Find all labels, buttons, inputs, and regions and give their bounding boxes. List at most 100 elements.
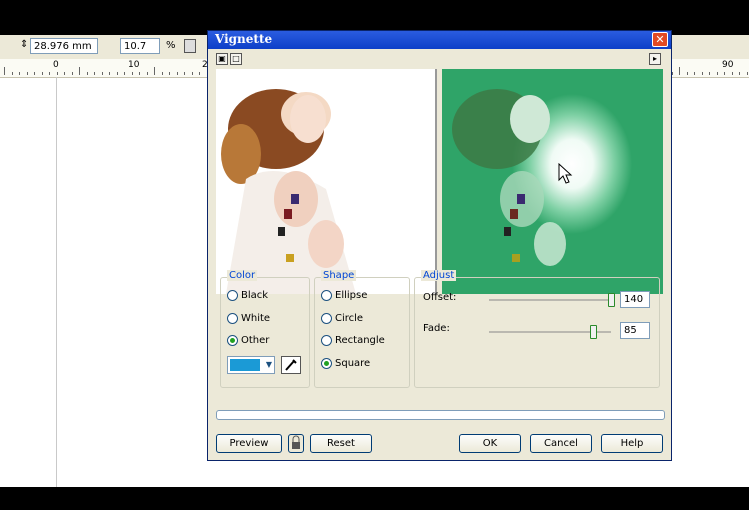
progress-bar xyxy=(216,410,665,420)
radio-square[interactable]: Square xyxy=(321,358,370,369)
ruler-tick xyxy=(116,72,118,75)
page-guide-line xyxy=(56,77,57,487)
ruler-tick xyxy=(101,72,103,75)
size-icon: ⇕ xyxy=(20,39,29,50)
fade-label: Fade: xyxy=(423,323,450,334)
ruler-tick xyxy=(199,72,200,75)
help-button[interactable]: Help xyxy=(601,434,663,453)
toolbar-right-strip xyxy=(672,35,749,59)
color-picker-dropdown[interactable]: ▼ xyxy=(227,356,275,374)
offset-slider-track[interactable] xyxy=(489,295,613,303)
ruler-tick xyxy=(169,72,170,75)
ruler-tick xyxy=(679,67,680,75)
video-letterbox-bottom xyxy=(0,487,749,510)
dialog-titlebar[interactable]: Vignette ✕ xyxy=(208,31,671,49)
ruler-tick xyxy=(694,72,695,75)
radio-ellipse-circle[interactable] xyxy=(321,290,332,301)
ruler-tick xyxy=(139,72,140,75)
preview-toggle-button[interactable]: ▣ xyxy=(216,53,228,65)
close-button[interactable]: ✕ xyxy=(652,32,668,47)
offset-label: Offset: xyxy=(423,292,457,303)
close-icon: ✕ xyxy=(655,33,665,46)
color-group: Color Black White Other ▼ xyxy=(220,270,310,388)
radio-rectangle[interactable]: Rectangle xyxy=(321,335,385,346)
portrait-image-original xyxy=(221,89,356,294)
radio-ellipse[interactable]: Ellipse xyxy=(321,290,367,301)
ok-button[interactable]: OK xyxy=(459,434,521,453)
ruler-label-90: 90 xyxy=(722,60,734,70)
lock-icon xyxy=(292,435,300,449)
ruler-tick xyxy=(19,72,20,75)
radio-circle-label: Circle xyxy=(335,313,364,324)
ruler-tick xyxy=(184,72,185,75)
ruler-tick xyxy=(146,72,148,75)
ruler-tick xyxy=(26,72,28,75)
preview-button[interactable]: Preview xyxy=(216,434,282,453)
ruler-tick xyxy=(34,72,35,75)
ruler-tick xyxy=(109,72,110,75)
eyedropper-icon xyxy=(285,359,297,371)
ruler-tick xyxy=(161,72,163,75)
radio-ellipse-label: Ellipse xyxy=(335,290,368,301)
ruler-tick xyxy=(686,72,688,75)
radio-rectangle-label: Rectangle xyxy=(335,335,385,346)
radio-circle[interactable]: Circle xyxy=(321,313,363,324)
single-view-icon: □ xyxy=(232,54,240,63)
adjust-group-label: Adjust xyxy=(421,270,457,281)
percent-unit: % xyxy=(166,40,176,51)
shape-group-label: Shape xyxy=(321,270,357,281)
ruler-tick xyxy=(56,72,58,75)
ruler-label-10: 10 xyxy=(128,60,140,70)
ruler-tick xyxy=(176,72,178,75)
vignette-dialog: Vignette ✕ ▣ □ ▸ Color Black White Other… xyxy=(207,30,672,461)
radio-black-circle[interactable] xyxy=(227,290,238,301)
ruler-tick xyxy=(731,72,733,75)
ruler-tick xyxy=(79,67,80,75)
ruler-tick xyxy=(746,72,748,75)
radio-other-label: Other xyxy=(241,335,270,346)
cancel-button[interactable]: Cancel xyxy=(530,434,592,453)
radio-white-circle[interactable] xyxy=(227,313,238,324)
ruler-tick xyxy=(49,72,50,75)
ruler-tick xyxy=(701,72,703,75)
original-preview xyxy=(216,69,437,294)
ruler-tick xyxy=(124,72,125,75)
split-view-icon: ▣ xyxy=(218,54,226,63)
color-group-label: Color xyxy=(227,270,258,281)
radio-square-label: Square xyxy=(335,358,371,369)
size-field[interactable]: 28.976 mm xyxy=(30,38,98,54)
dialog-title: Vignette xyxy=(215,32,273,46)
radio-black-label: Black xyxy=(241,290,269,301)
ruler-tick xyxy=(724,72,725,75)
ruler-tick xyxy=(71,72,73,75)
ruler-tick xyxy=(191,72,193,75)
menu-arrow-button[interactable]: ▸ xyxy=(649,53,661,65)
radio-other[interactable]: Other xyxy=(227,335,269,346)
radio-white-label: White xyxy=(241,313,271,324)
portrait-image-vignette xyxy=(452,89,566,266)
arrow-right-icon: ▸ xyxy=(652,54,657,63)
ruler-tick xyxy=(64,72,65,75)
auto-preview-lock-button[interactable] xyxy=(288,434,304,453)
result-preview xyxy=(442,69,663,294)
radio-white[interactable]: White xyxy=(227,313,270,324)
reset-button[interactable]: Reset xyxy=(310,434,372,453)
color-swatch xyxy=(230,359,260,371)
offset-slider-thumb[interactable] xyxy=(608,293,615,307)
chevron-down-icon: ▼ xyxy=(265,360,272,369)
radio-other-circle[interactable] xyxy=(227,335,238,346)
radio-black[interactable]: Black xyxy=(227,290,268,301)
shape-group: Shape Ellipse Circle Rectangle Square xyxy=(314,270,410,388)
radio-square-circle[interactable] xyxy=(321,358,332,369)
ruler-tick xyxy=(4,67,5,75)
radio-circle-circle[interactable] xyxy=(321,313,332,324)
lock-ratio-icon[interactable] xyxy=(184,39,196,53)
ruler-tick xyxy=(94,72,95,75)
fade-input[interactable]: 85 xyxy=(620,322,650,339)
offset-input[interactable]: 140 xyxy=(620,291,650,308)
percent-field[interactable]: 10.7 xyxy=(120,38,160,54)
eyedropper-button[interactable] xyxy=(281,356,301,374)
fade-slider-thumb[interactable] xyxy=(590,325,597,339)
radio-rectangle-circle[interactable] xyxy=(321,335,332,346)
single-view-button[interactable]: □ xyxy=(230,53,242,65)
